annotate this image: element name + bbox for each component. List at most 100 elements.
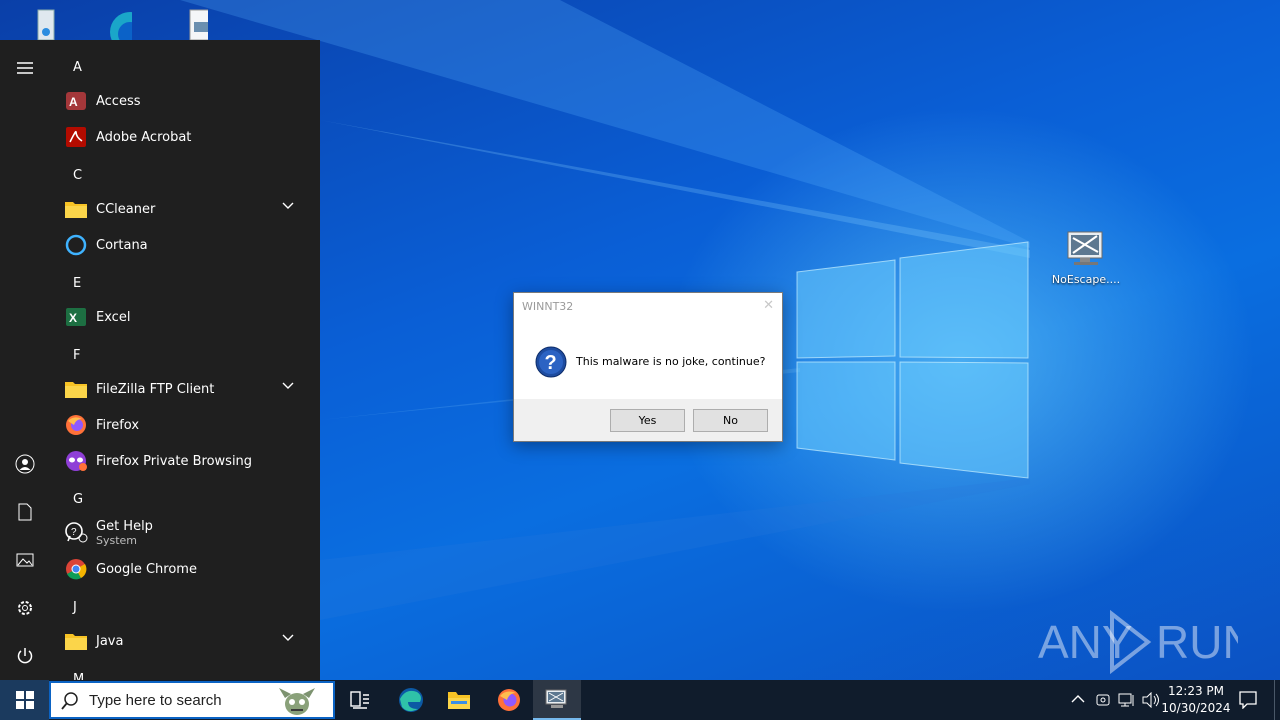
- app-access[interactable]: A Access: [60, 83, 310, 119]
- app-cortana[interactable]: Cortana: [60, 227, 310, 263]
- section-letter-j[interactable]: J: [73, 600, 77, 615]
- clock[interactable]: 12:23 PM 10/30/2024: [1160, 683, 1232, 717]
- svg-text:X: X: [69, 311, 77, 325]
- edge-desktop-icon[interactable]: [74, 4, 150, 52]
- app-name: Firefox: [96, 417, 140, 433]
- app-name: FileZilla FTP Client: [96, 381, 215, 397]
- app-name: Access: [96, 93, 141, 109]
- section-letter-c[interactable]: C: [73, 168, 82, 183]
- start-button[interactable]: [0, 680, 49, 720]
- taskbar: Type here to search 12:23 PM 10/30/2024: [0, 680, 1280, 720]
- chrome-icon: [64, 557, 88, 581]
- app-name: Cortana: [96, 237, 148, 253]
- app-subtitle: System: [96, 534, 138, 547]
- chevron-down-icon[interactable]: [282, 382, 294, 390]
- chevron-down-icon[interactable]: [282, 202, 294, 210]
- firefox-private-icon: [64, 449, 88, 473]
- app-name: Adobe Acrobat: [96, 129, 192, 145]
- firefox-icon: [64, 413, 88, 437]
- svg-text:A: A: [69, 95, 78, 109]
- search-highlight-icon: [279, 688, 315, 715]
- section-letter-g[interactable]: G: [73, 492, 83, 507]
- adobe-acrobat-icon: [64, 125, 88, 149]
- taskbar-search[interactable]: Type here to search: [49, 681, 335, 719]
- user-icon[interactable]: [13, 452, 37, 476]
- svg-text:?: ?: [545, 352, 557, 374]
- clock-time: 12:23 PM: [1168, 684, 1224, 698]
- search-placeholder[interactable]: Type here to search: [89, 692, 222, 709]
- noescape-desktop-icon[interactable]: NoEscape....: [1048, 226, 1124, 286]
- dialog-message: This malware is no joke, continue?: [576, 355, 766, 368]
- dialog-footer: Yes No: [514, 399, 782, 441]
- meet-now-icon[interactable]: [1095, 692, 1111, 708]
- close-icon[interactable]: ✕: [763, 297, 774, 313]
- winnt32-dialog: WINNT32 ✕ ? This malware is no joke, con…: [513, 292, 783, 442]
- taskbar-file-explorer[interactable]: [435, 680, 483, 720]
- app-name: Google Chrome: [96, 561, 197, 577]
- task-view-button[interactable]: [336, 680, 384, 720]
- windows-logo-icon: [15, 691, 34, 709]
- file-desktop-icon[interactable]: [150, 8, 226, 43]
- yes-button[interactable]: Yes: [610, 409, 685, 432]
- pictures-icon[interactable]: [13, 548, 37, 572]
- section-letter-f[interactable]: F: [73, 348, 80, 363]
- app-name: Get Help: [96, 519, 153, 534]
- watermark-any-text: ANY: [1038, 616, 1133, 668]
- volume-icon[interactable]: [1142, 692, 1160, 708]
- get-help-icon: ?: [64, 521, 88, 545]
- folder-icon: [64, 377, 88, 401]
- svg-text:?: ?: [71, 527, 77, 538]
- power-icon[interactable]: [13, 644, 37, 668]
- noescape-icon: [1067, 231, 1103, 265]
- app-adobe-acrobat[interactable]: Adobe Acrobat: [60, 119, 310, 155]
- firefox-icon: [498, 689, 520, 711]
- app-list: A A Access Adobe Acrobat C CCleaner Cort…: [50, 40, 320, 680]
- app-google-chrome[interactable]: Google Chrome: [60, 551, 310, 587]
- file-explorer-icon: [448, 692, 470, 709]
- app-get-help[interactable]: ? Get Help System: [60, 515, 310, 551]
- dialog-title: WINNT32: [522, 300, 574, 313]
- app-excel[interactable]: X Excel: [60, 299, 310, 335]
- no-button[interactable]: No: [693, 409, 768, 432]
- watermark-run-text: RUN: [1156, 616, 1238, 668]
- taskbar-edge[interactable]: [387, 680, 435, 720]
- taskbar-noescape[interactable]: [533, 680, 581, 720]
- start-rail: [0, 40, 50, 680]
- taskbar-firefox[interactable]: [485, 680, 533, 720]
- question-icon: ?: [535, 346, 567, 378]
- start-menu: A A Access Adobe Acrobat C CCleaner Cort…: [0, 40, 320, 680]
- excel-icon: X: [64, 305, 88, 329]
- section-letter-a[interactable]: A: [73, 60, 82, 75]
- app-filezilla[interactable]: FileZilla FTP Client: [60, 371, 310, 407]
- network-icon[interactable]: [1118, 692, 1136, 708]
- section-letter-m[interactable]: M: [73, 672, 84, 680]
- chevron-down-icon[interactable]: [282, 634, 294, 642]
- app-name: Java: [96, 633, 124, 649]
- edge-icon: [399, 688, 423, 712]
- app-ccleaner[interactable]: CCleaner: [60, 191, 310, 227]
- task-view-icon: [350, 691, 369, 709]
- anyrun-watermark: ANY RUN: [1038, 609, 1238, 675]
- app-firefox-private[interactable]: Firefox Private Browsing: [60, 443, 310, 479]
- section-letter-e[interactable]: E: [73, 276, 81, 291]
- recycle-bin-desktop-icon[interactable]: [0, 6, 76, 43]
- chevron-up-icon[interactable]: [1071, 694, 1085, 704]
- app-java[interactable]: Java: [60, 623, 310, 659]
- access-icon: A: [64, 89, 88, 113]
- search-icon: [61, 692, 78, 710]
- clock-date: 10/30/2024: [1161, 701, 1231, 715]
- show-desktop-button[interactable]: [1274, 680, 1280, 720]
- app-name: CCleaner: [96, 201, 156, 217]
- app-firefox[interactable]: Firefox: [60, 407, 310, 443]
- app-name: Firefox Private Browsing: [96, 453, 253, 469]
- noescape-icon: [545, 689, 567, 708]
- cortana-icon: [64, 233, 88, 257]
- app-name: Excel: [96, 309, 131, 325]
- documents-icon[interactable]: [13, 500, 37, 524]
- notifications-icon[interactable]: [1239, 691, 1257, 709]
- noescape-label: NoEscape....: [1051, 273, 1121, 286]
- settings-icon[interactable]: [13, 596, 37, 620]
- hamburger-icon[interactable]: [13, 56, 37, 80]
- folder-icon: [64, 197, 88, 221]
- folder-icon: [64, 629, 88, 653]
